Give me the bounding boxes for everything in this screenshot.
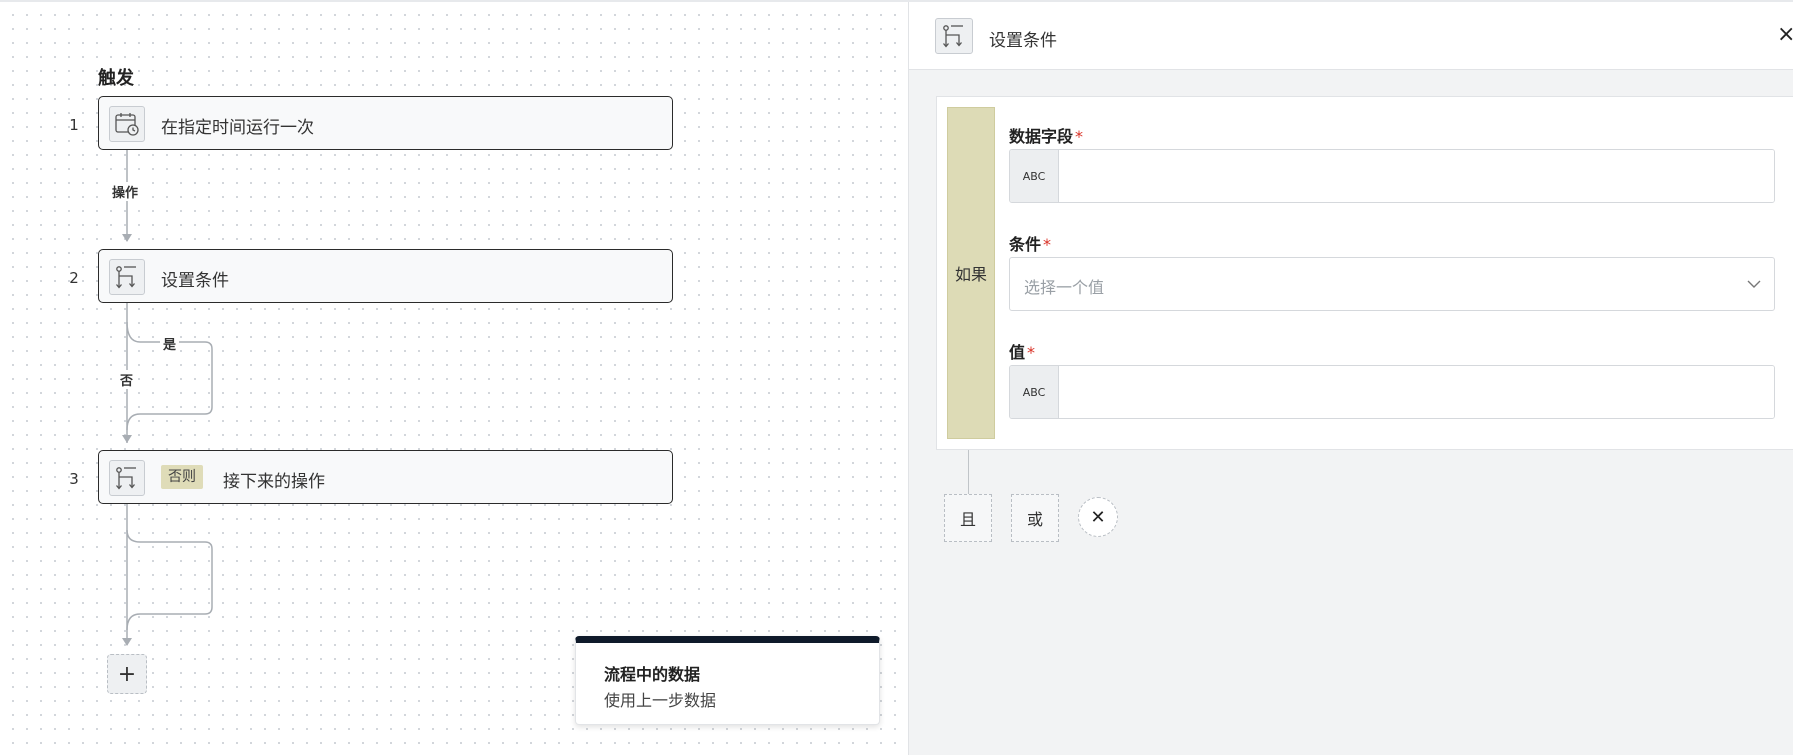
logic-connector-line — [968, 450, 969, 494]
data-field-label-text: 数据字段 — [1009, 127, 1074, 146]
value-label-text: 值 — [1009, 343, 1026, 362]
or-button[interactable]: 或 — [1011, 494, 1059, 542]
step-label: 接下来的操作 — [223, 472, 325, 492]
text-type-prefix: ABC — [1010, 366, 1059, 418]
step-number: 2 — [69, 269, 79, 287]
required-mark: * — [1027, 343, 1036, 362]
value-text-input[interactable] — [1059, 366, 1774, 418]
branch-icon — [935, 18, 973, 54]
flow-data-subtitle: 使用上一步数据 — [604, 691, 717, 710]
condition-group: 如果 数据字段 * ABC 条件 * 选择一个值 值 * ABC — [936, 96, 1793, 450]
required-mark: * — [1075, 127, 1084, 146]
workflow-canvas[interactable]: 触发 操作 是 否 1 在指定时间运行一次 2 设置条件 3 否则 接下来的操作… — [0, 2, 908, 755]
step-label: 在指定时间运行一次 — [161, 118, 314, 138]
required-mark: * — [1043, 235, 1052, 254]
add-step-button[interactable]: + — [107, 654, 147, 694]
data-field-text-input[interactable] — [1059, 150, 1774, 202]
flow-data-title: 流程中的数据 — [604, 665, 701, 684]
condition-placeholder: 选择一个值 — [1024, 278, 1105, 297]
and-button[interactable]: 且 — [944, 494, 992, 542]
panel-title: 设置条件 — [989, 31, 1057, 51]
branch-icon — [109, 259, 145, 295]
condition-label-text: 条件 — [1009, 235, 1042, 254]
data-field-label: 数据字段 * — [1009, 123, 1083, 147]
if-label: 如果 — [947, 107, 995, 439]
wire-label-no: 否 — [117, 370, 137, 389]
condition-label: 条件 * — [1009, 231, 1051, 255]
condition-panel: 设置条件 × 如果 数据字段 * ABC 条件 * 选择一个值 值 * ABC — [908, 2, 1793, 755]
close-icon[interactable]: × — [1777, 22, 1793, 47]
panel-header: 设置条件 × — [909, 2, 1793, 70]
step-number: 1 — [69, 116, 79, 134]
trigger-heading: 触发 — [98, 68, 134, 89]
calendar-clock-icon — [109, 106, 145, 142]
step-card-run-once[interactable]: 在指定时间运行一次 — [98, 96, 673, 150]
wire-label-yes: 是 — [160, 334, 180, 353]
step-number: 3 — [69, 470, 79, 488]
value-input[interactable]: ABC — [1009, 365, 1775, 419]
branch-icon — [109, 460, 145, 496]
data-field-input[interactable]: ABC — [1009, 149, 1775, 203]
else-badge: 否则 — [161, 465, 203, 489]
text-type-prefix: ABC — [1010, 150, 1059, 202]
step-card-set-condition[interactable]: 设置条件 — [98, 249, 673, 303]
chevron-down-icon — [1747, 280, 1761, 288]
value-label: 值 * — [1009, 339, 1035, 363]
step-label: 设置条件 — [161, 271, 229, 291]
condition-select[interactable]: 选择一个值 — [1009, 257, 1775, 311]
remove-condition-button[interactable]: ✕ — [1078, 497, 1118, 537]
step-card-next-action[interactable]: 否则 接下来的操作 — [98, 450, 673, 504]
flow-data-card[interactable]: 流程中的数据 使用上一步数据 — [575, 636, 880, 725]
wire-label-action: 操作 — [109, 182, 142, 201]
